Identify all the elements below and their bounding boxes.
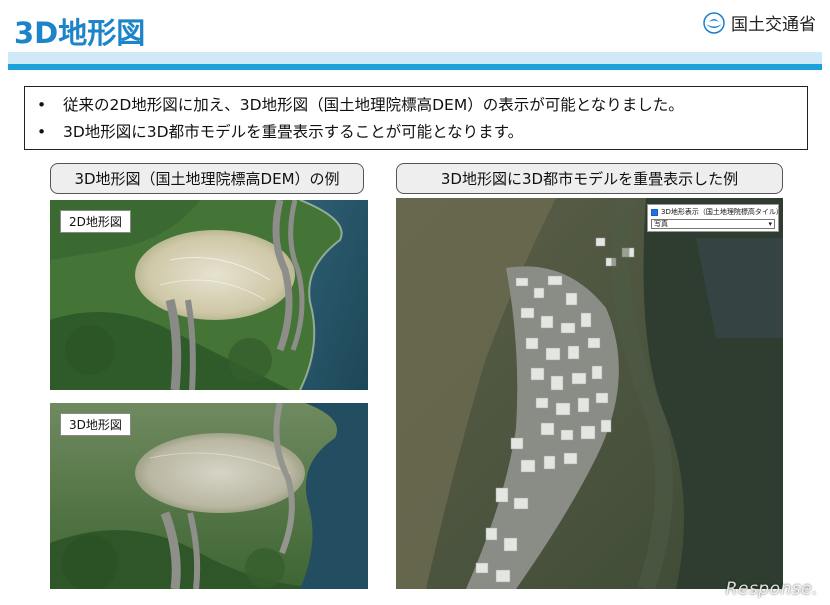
mlit-emblem-icon [703,11,725,34]
bullet-marker: • [37,123,47,141]
terrain-checkbox[interactable] [651,208,658,216]
image-label-3d: 3D地形図 [60,413,131,436]
summary-box: • 従来の2D地形図に加え、3D地形図（国土地理院標高DEM）の表示が可能となり… [24,86,808,150]
ministry-name: 国土交通省 [731,15,816,35]
bullet-text: 3D地形図に3D都市モデルを重畳表示することが可能となります。 [63,123,524,141]
image-label-2d: 2D地形図 [60,210,131,233]
header-rule-light [8,52,822,64]
response-watermark: Response. [725,579,818,599]
basemap-select[interactable]: 写真 ▾ [651,219,775,229]
summary-bullet-1: • 従来の2D地形図に加え、3D地形図（国土地理院標高DEM）の表示が可能となり… [37,92,795,119]
terrain-3d-image: 3D地形図 [50,403,368,589]
basemap-select-value: 写真 [654,220,668,228]
terrain-checkbox-label: 3D地形表示（国土地理院標高タイル） [661,208,783,216]
chevron-down-icon: ▾ [768,220,772,228]
header-rule-dark [8,64,822,70]
right-panel-caption: 3D地形図に3D都市モデルを重畳表示した例 [396,163,783,194]
bullet-text: 従来の2D地形図に加え、3D地形図（国土地理院標高DEM）の表示が可能となりまし… [63,96,684,114]
ministry-logo: 国土交通省 [703,10,816,35]
left-panel-caption: 3D地形図（国土地理院標高DEM）の例 [50,163,364,194]
aerial-photo-city [396,198,783,589]
terrain-display-control[interactable]: 3D地形表示（国土地理院標高タイル） 写真 ▾ [647,204,783,232]
terrain-2d-image: 2D地形図 [50,200,368,390]
city-model-overlay-image: 3D地形表示（国土地理院標高タイル） 写真 ▾ [396,198,783,589]
page-title: 3D地形図 [14,16,146,50]
bullet-marker: • [37,96,47,114]
terrain-toggle[interactable]: 3D地形表示（国土地理院標高タイル） [651,207,783,217]
summary-bullet-2: • 3D地形図に3D都市モデルを重畳表示することが可能となります。 [37,119,795,146]
